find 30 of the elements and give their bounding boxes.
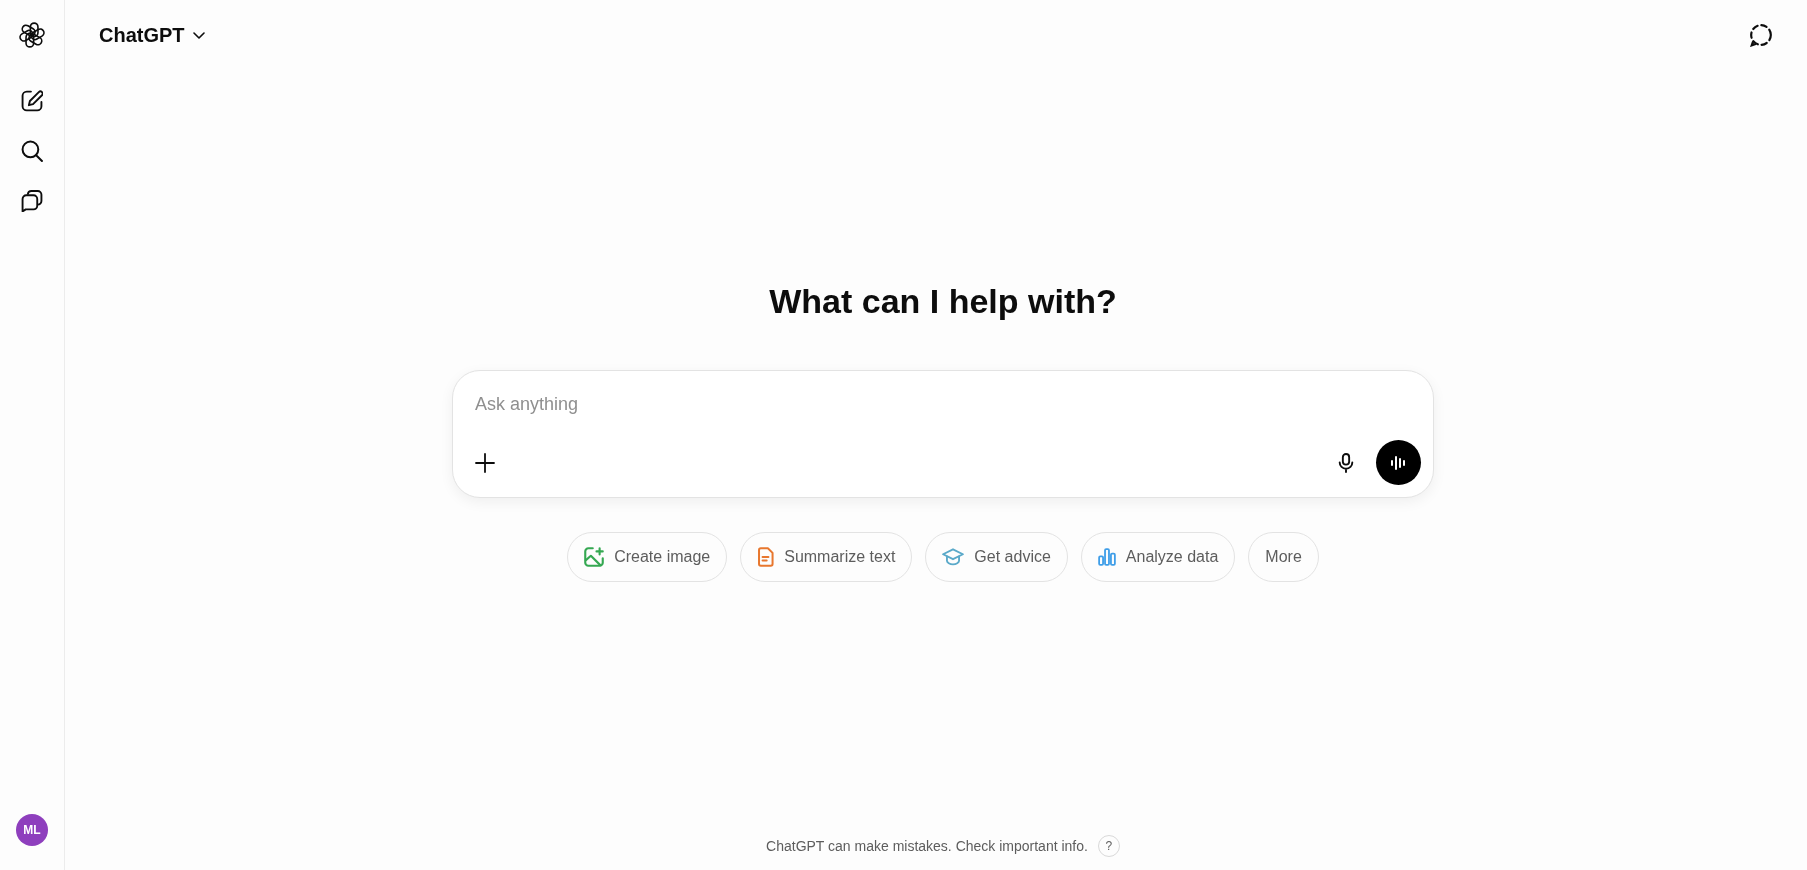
profile-avatar[interactable]: ML xyxy=(16,814,48,846)
voice-mode-button[interactable] xyxy=(1376,440,1421,485)
message-input[interactable]: Ask anything xyxy=(475,392,1411,416)
plus-icon xyxy=(475,452,495,473)
waveform-icon xyxy=(1389,453,1408,472)
suggestion-chip[interactable]: Analyze data xyxy=(1080,532,1236,582)
logo-icon[interactable] xyxy=(19,22,45,48)
microphone-icon xyxy=(1338,452,1354,473)
image-icon xyxy=(584,547,605,567)
model-selector[interactable]: ChatGPT xyxy=(91,17,213,53)
suggestion-chip[interactable]: Summarize text xyxy=(740,532,913,582)
edit-icon xyxy=(21,90,43,112)
heading: What can I help with? xyxy=(769,281,1117,322)
graduation-cap-icon xyxy=(942,548,965,566)
attach-button[interactable] xyxy=(475,452,495,473)
suggestion-chip[interactable]: Create image xyxy=(567,532,728,582)
new-chat-button[interactable] xyxy=(21,90,43,112)
caret-icon xyxy=(192,31,205,39)
suggestion-chip[interactable]: More xyxy=(1248,532,1319,582)
bar-chart-icon xyxy=(1097,548,1116,566)
dictate-button[interactable] xyxy=(1336,452,1356,473)
document-icon xyxy=(757,547,775,567)
suggestion-chip[interactable]: Get advice xyxy=(925,532,1068,582)
chat-bubbles-icon xyxy=(21,190,43,212)
disclaimer-text: ChatGPT can make mistakes. Check important info. xyxy=(766,837,1088,856)
search-icon xyxy=(21,140,43,162)
dashed-bubble-icon xyxy=(1749,23,1773,47)
temporary-chat-button[interactable] xyxy=(1749,23,1773,47)
search-button[interactable] xyxy=(21,140,43,162)
chats-button[interactable] xyxy=(21,190,43,212)
